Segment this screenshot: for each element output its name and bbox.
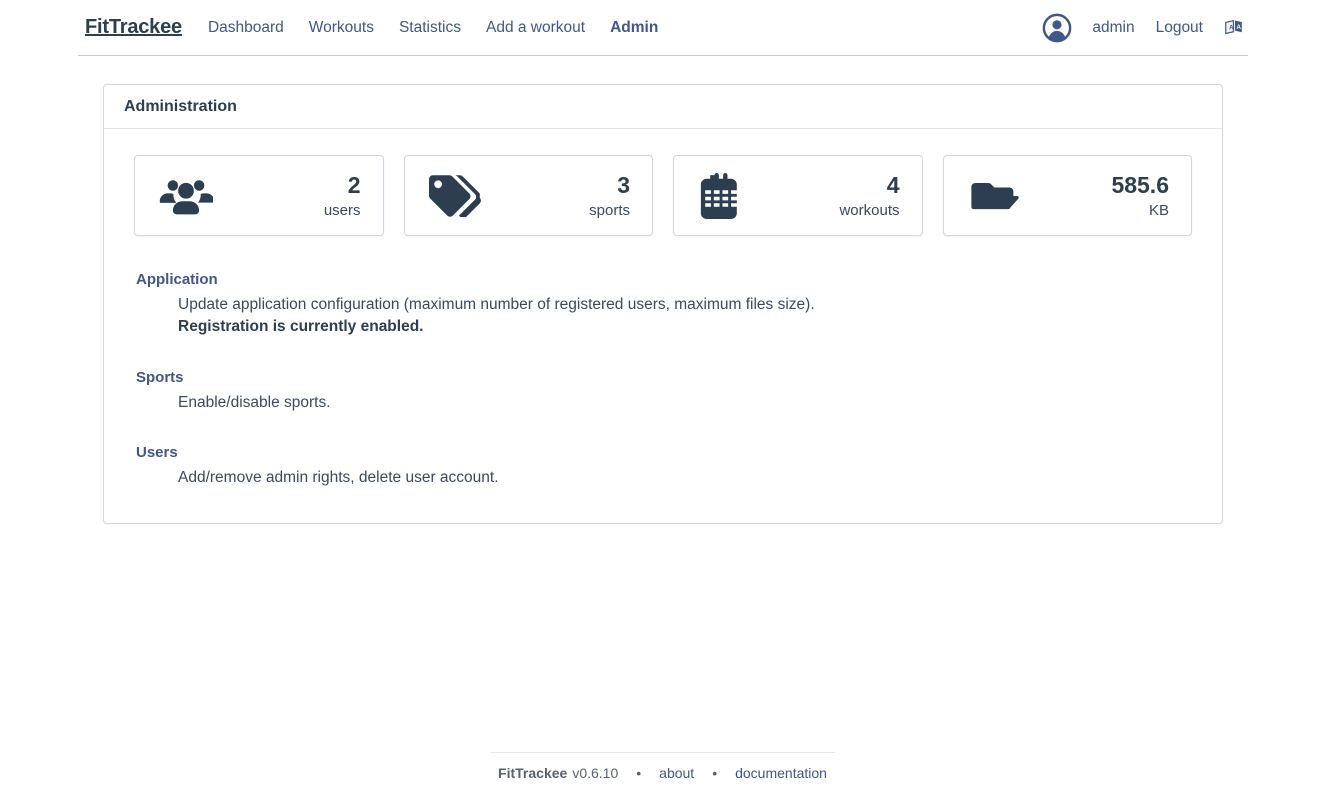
footer-version: v0.6.10 (572, 765, 619, 781)
admin-sections: Application Update application configura… (104, 236, 1222, 490)
nav-item-dashboard[interactable]: Dashboard (208, 19, 284, 37)
logout-link[interactable]: Logout (1156, 19, 1203, 37)
stat-card-text: 585.6 KB (1111, 171, 1169, 221)
stat-card-text: 4 workouts (839, 171, 899, 221)
section-link-application[interactable]: Application (136, 271, 218, 288)
page-footer: FitTrackee v0.6.10 • about • documentati… (490, 752, 835, 781)
stat-card-storage[interactable]: 585.6 KB (942, 155, 1192, 236)
stat-card-text: 2 users (324, 171, 361, 221)
language-icon[interactable]: A A (1223, 17, 1248, 39)
nav-item-add-a-workout[interactable]: Add a workout (486, 19, 585, 37)
stat-value: 4 (886, 171, 900, 198)
panel-header: Administration (104, 85, 1222, 129)
nav-item-statistics[interactable]: Statistics (399, 19, 461, 37)
footer-separator: • (712, 765, 718, 781)
section-description: Add/remove admin rights, delete user acc… (178, 469, 499, 487)
svg-text:A: A (1236, 24, 1241, 31)
folder-open-icon (968, 175, 1022, 217)
nav-links: Dashboard Workouts Statistics Add a work… (208, 19, 658, 37)
stat-label: workouts (839, 201, 900, 219)
stat-cards: 2 users 3 sports 4 workouts 585.6 KB (104, 129, 1222, 236)
stat-card-sports[interactable]: 3 sports (403, 155, 653, 236)
brand-logo[interactable]: FitTrackee (85, 16, 182, 39)
footer-app-name: FitTrackee (498, 765, 568, 781)
footer-link-documentation[interactable]: documentation (735, 765, 827, 781)
section-link-users[interactable]: Users (136, 444, 178, 461)
nav-item-admin[interactable]: Admin (610, 19, 658, 37)
nav-user-menu: admin Logout A A (1042, 0, 1248, 56)
footer-separator: • (636, 765, 642, 781)
admin-section-sports: Sports Enable/disable sports. (136, 369, 1192, 414)
registration-status: Registration is currently enabled. (178, 318, 424, 336)
stat-label: users (323, 201, 361, 219)
stat-label: KB (1148, 201, 1169, 219)
tags-icon (428, 174, 481, 217)
user-circle-icon[interactable] (1042, 13, 1092, 43)
admin-section-users: Users Add/remove admin rights, delete us… (136, 444, 1192, 489)
svg-text:A: A (1229, 24, 1234, 31)
stat-value: 2 (347, 171, 361, 198)
section-link-sports[interactable]: Sports (136, 369, 184, 386)
panel-body: 2 users 3 sports 4 workouts 585.6 KB App… (104, 129, 1222, 490)
section-description: Update application configuration (maximu… (178, 296, 815, 313)
stat-card-users[interactable]: 2 users (134, 155, 384, 236)
stat-label: sports (589, 201, 630, 219)
footer-link-about[interactable]: about (659, 765, 694, 781)
nav-item-workouts[interactable]: Workouts (309, 19, 374, 37)
users-icon (159, 175, 213, 217)
administration-panel: Administration 2 users 3 sports 4 workou… (103, 84, 1223, 524)
stat-value: 585.6 (1111, 171, 1169, 198)
stat-value: 3 (617, 171, 630, 198)
section-description: Enable/disable sports. (178, 393, 331, 411)
page-title: Administration (124, 97, 237, 115)
username-link[interactable]: admin (1092, 19, 1134, 37)
stat-card-text: 3 sports (589, 171, 630, 221)
admin-section-application: Application Update application configura… (136, 271, 1192, 339)
top-navigation-bar: FitTrackee Dashboard Workouts Statistics… (78, 0, 1248, 56)
stat-card-workouts[interactable]: 4 workouts (673, 155, 923, 236)
calendar-icon (698, 172, 744, 219)
